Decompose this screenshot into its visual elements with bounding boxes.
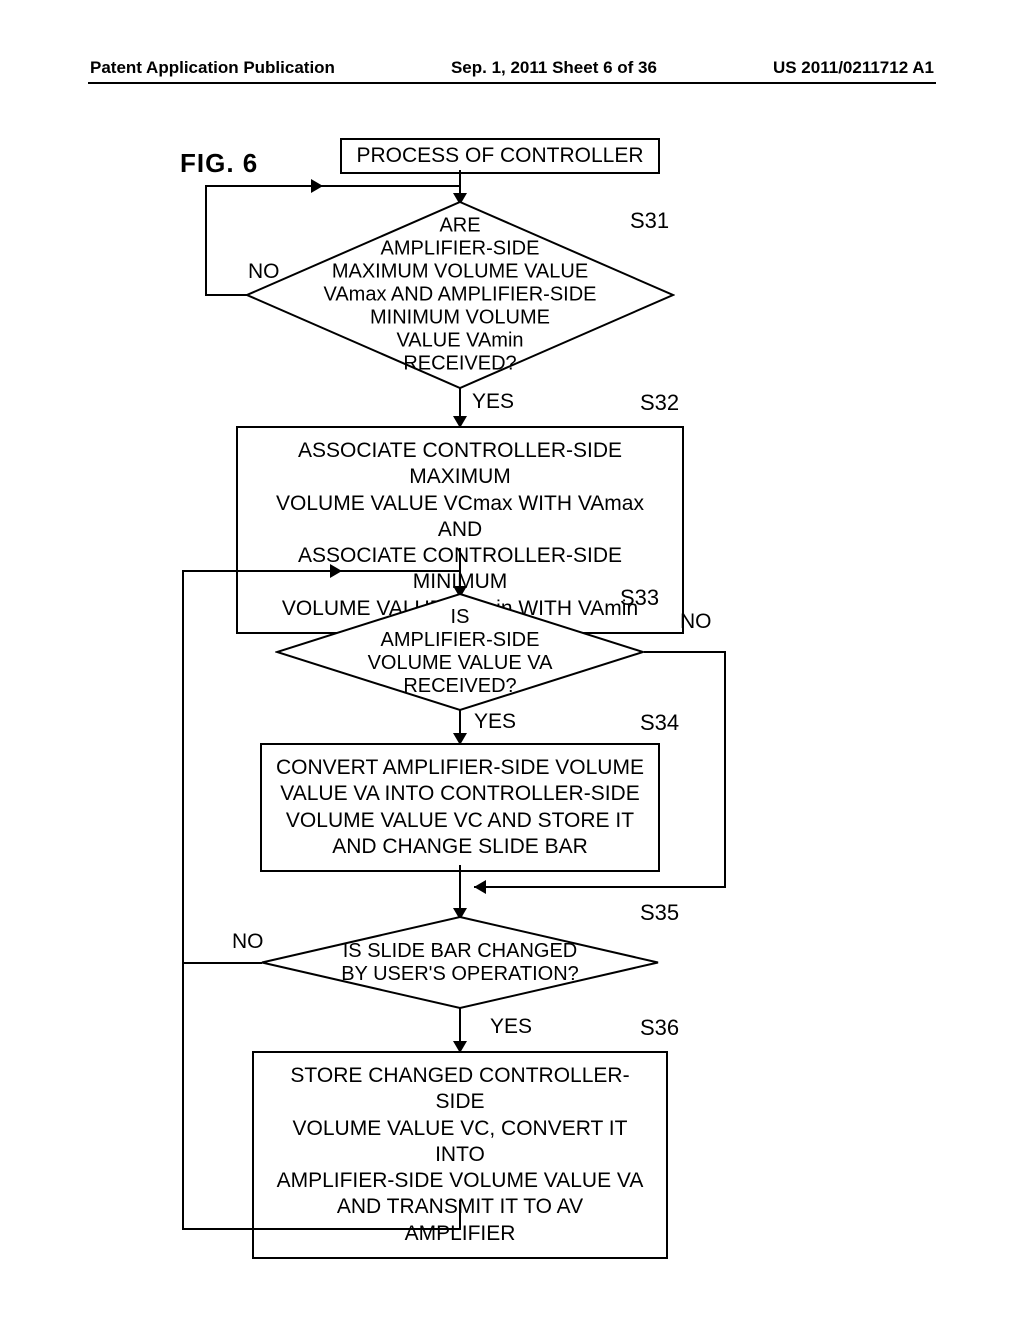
header-right: US 2011/0211712 A1: [773, 58, 934, 78]
arrowhead-icon: [330, 564, 342, 578]
step-label-s34: S34: [640, 710, 679, 736]
connector: [182, 1228, 461, 1230]
figure-label: FIG. 6: [180, 148, 258, 179]
process-s34: CONVERT AMPLIFIER-SIDE VOLUME VALUE VA I…: [260, 743, 660, 872]
header-rule: [88, 82, 936, 84]
connector: [459, 1200, 461, 1230]
decision-s31-text: ARE AMPLIFIER-SIDE MAXIMUM VOLUME VALUE …: [245, 215, 675, 376]
connector: [644, 651, 726, 653]
connector: [182, 570, 460, 572]
connector: [459, 710, 461, 735]
branch-yes-s31: YES: [472, 390, 514, 414]
connector: [205, 294, 247, 296]
step-label-s31: S31: [630, 208, 669, 234]
branch-no-s33: NO: [680, 610, 712, 634]
decision-s33-text: IS AMPLIFIER-SIDE VOLUME VALUE VA RECEIV…: [275, 606, 645, 698]
start-terminator: PROCESS OF CONTROLLER: [340, 138, 660, 174]
connector: [474, 886, 726, 888]
flowchart-figure: FIG. 6 PROCESS OF CONTROLLER ARE AMPLIFI…: [0, 130, 1024, 1260]
connector: [459, 865, 461, 910]
decision-s35: IS SLIDE BAR CHANGED BY USER'S OPERATION…: [260, 915, 660, 1010]
decision-s33: IS AMPLIFIER-SIDE VOLUME VALUE VA RECEIV…: [275, 592, 645, 712]
decision-s35-text: IS SLIDE BAR CHANGED BY USER'S OPERATION…: [260, 940, 660, 986]
connector: [205, 185, 459, 187]
connector: [459, 388, 461, 418]
branch-no-s31: NO: [248, 260, 280, 284]
branch-no-s35: NO: [232, 930, 264, 954]
page-header: Patent Application Publication Sep. 1, 2…: [0, 58, 1024, 78]
arrowhead-icon: [311, 179, 323, 193]
connector: [459, 1008, 461, 1043]
connector: [182, 570, 184, 964]
connector: [182, 962, 184, 1230]
step-label-s35: S35: [640, 900, 679, 926]
decision-s31: ARE AMPLIFIER-SIDE MAXIMUM VOLUME VALUE …: [245, 200, 675, 390]
branch-yes-s35: YES: [490, 1015, 532, 1039]
connector: [724, 651, 726, 888]
header-center: Sep. 1, 2011 Sheet 6 of 36: [451, 58, 657, 78]
step-label-s32: S32: [640, 390, 679, 416]
step-label-s33: S33: [620, 585, 659, 611]
header-left: Patent Application Publication: [90, 58, 335, 78]
branch-yes-s33: YES: [474, 710, 516, 734]
connector: [182, 962, 262, 964]
step-label-s36: S36: [640, 1015, 679, 1041]
connector: [205, 185, 207, 296]
process-s34-text: CONVERT AMPLIFIER-SIDE VOLUME VALUE VA I…: [276, 756, 644, 858]
arrowhead-icon: [474, 880, 486, 894]
connector: [459, 170, 461, 195]
connector: [459, 548, 461, 588]
